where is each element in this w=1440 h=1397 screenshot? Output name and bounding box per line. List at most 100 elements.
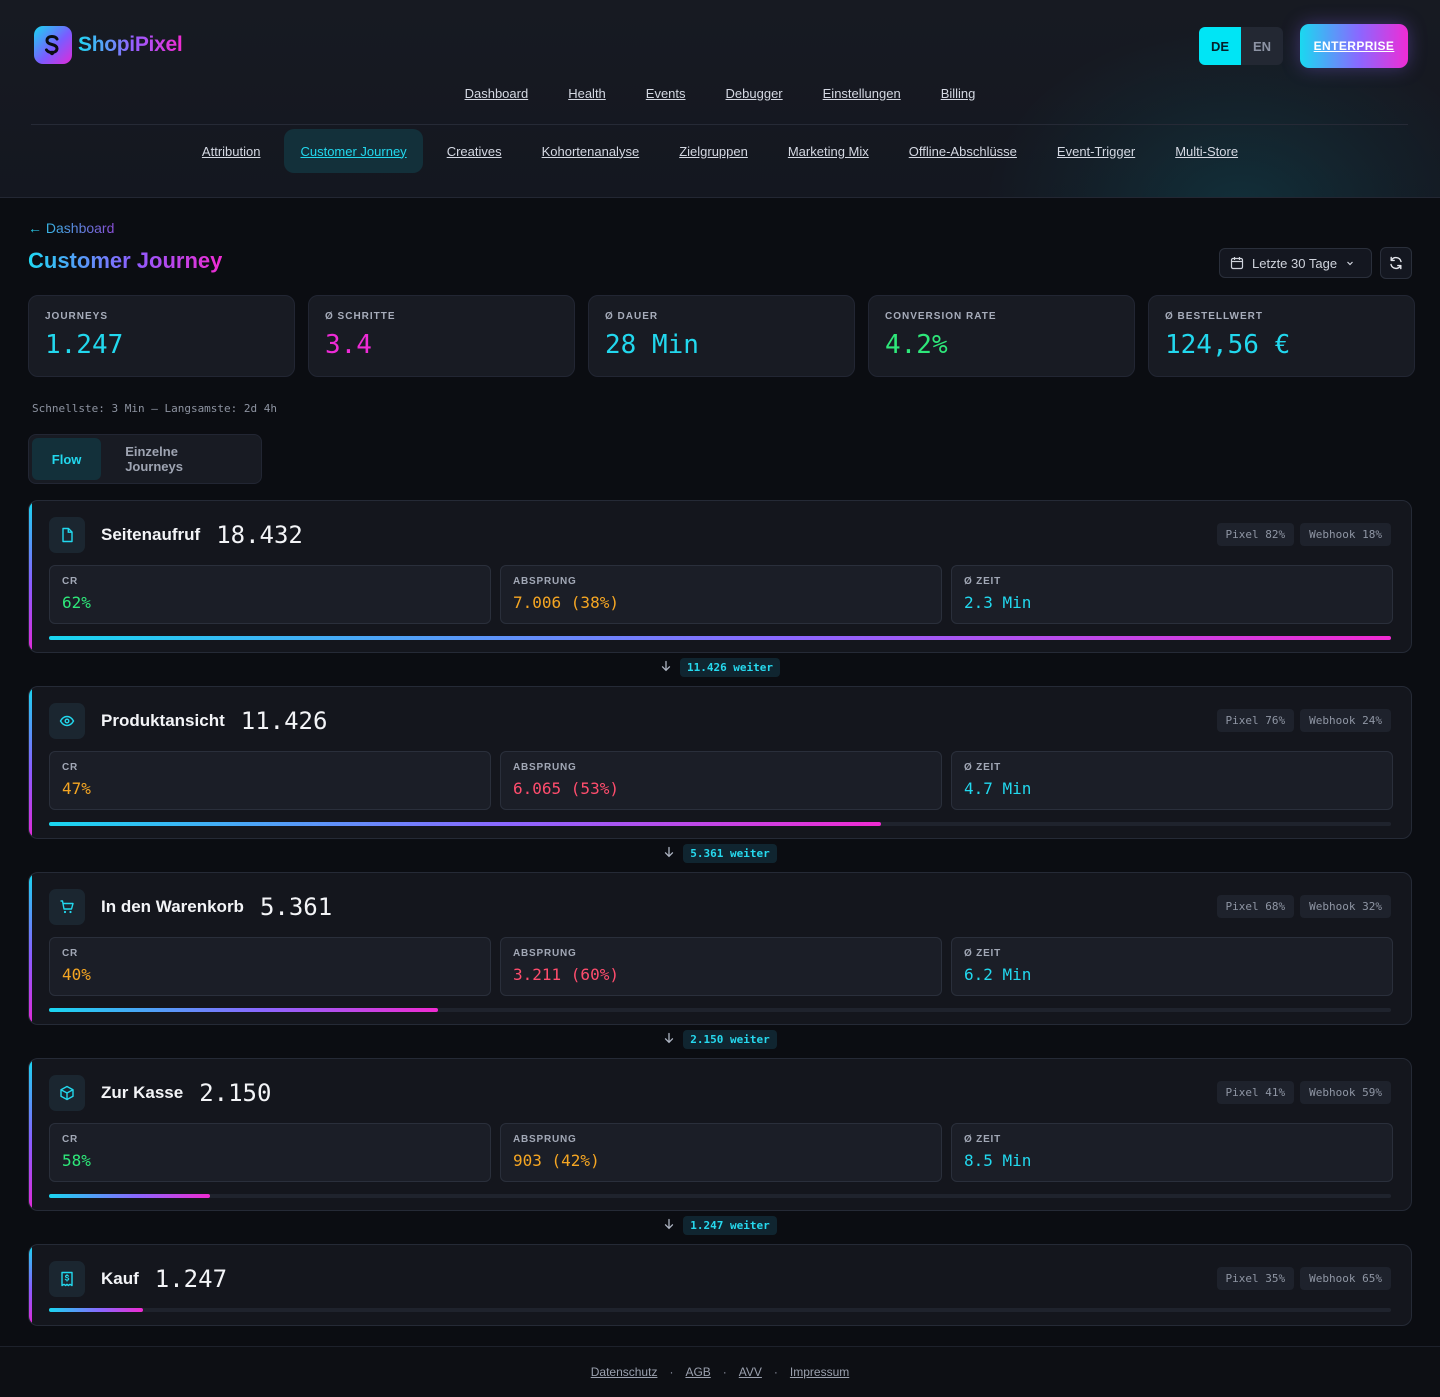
stage-progress-bar — [49, 822, 1391, 826]
kpi-label: CONVERSION RATE — [885, 311, 997, 322]
stage-metrics: CR 58% ABSPRUNG 903 (42%) Ø ZEIT 8.5 Min — [49, 1123, 1393, 1182]
stage-progress-fill — [49, 822, 881, 826]
language-switch: DE EN — [1199, 27, 1283, 65]
brand-logo[interactable]: ShopiPixel — [34, 26, 183, 64]
kpi-value: 1.247 — [45, 330, 124, 360]
kpi-value: 28 Min — [605, 330, 699, 360]
enterprise-button[interactable]: ENTERPRISE — [1300, 24, 1408, 68]
tab-single-journeys[interactable]: Einzelne Journeys — [105, 438, 258, 480]
calendar-icon — [1230, 257, 1244, 270]
metric-label: Ø ZEIT — [964, 576, 1002, 587]
date-range-select[interactable]: Letzte 30 Tage — [1219, 248, 1372, 278]
stage-progress-fill — [49, 1008, 438, 1012]
kpi-card: Ø SCHRITTE 3.4 — [308, 295, 575, 377]
metric-drop: ABSPRUNG 903 (42%) — [500, 1123, 942, 1182]
metric-label: ABSPRUNG — [513, 1134, 577, 1145]
stage-progress-bar — [49, 1194, 1391, 1198]
nav-billing[interactable]: Billing — [941, 86, 976, 101]
stage-header: Zur Kasse 2.150 — [49, 1075, 271, 1111]
logo-icon — [34, 26, 72, 64]
metric-time: Ø ZEIT 2.3 Min — [951, 565, 1393, 624]
box-icon — [49, 1075, 85, 1111]
arrow-down-icon — [663, 1031, 675, 1049]
metric-label: CR — [62, 948, 79, 959]
lang-de-button[interactable]: DE — [1199, 27, 1241, 65]
subnav-multi-store[interactable]: Multi-Store — [1155, 129, 1258, 173]
metric-value: 47% — [62, 779, 91, 798]
funnel-stage-in-den-warenkorb: In den Warenkorb 5.361 Pixel 68% Webhook 32… — [28, 872, 1412, 1025]
metric-time: Ø ZEIT 8.5 Min — [951, 1123, 1393, 1182]
metric-label: Ø ZEIT — [964, 1134, 1002, 1145]
metric-label: CR — [62, 1134, 79, 1145]
file-icon — [49, 517, 85, 553]
refresh-icon — [1390, 256, 1402, 270]
continue-count-pill: 1.247 weiter — [683, 1216, 777, 1235]
metric-label: CR — [62, 762, 79, 773]
subnav-marketing-mix[interactable]: Marketing Mix — [768, 129, 889, 173]
metric-time: Ø ZEIT 4.7 Min — [951, 751, 1393, 810]
chevron-down-icon — [1347, 261, 1353, 266]
stage-header: Kauf 1.247 — [49, 1261, 227, 1297]
source-badges: Pixel 68% Webhook 32% — [1216, 895, 1391, 918]
metric-value: 6.2 Min — [964, 965, 1032, 984]
metric-time: Ø ZEIT 6.2 Min — [951, 937, 1393, 996]
brand-name: ShopiPixel — [78, 33, 183, 56]
metric-cr: CR 40% — [49, 937, 491, 996]
subnav-offline-abschlüsse[interactable]: Offline-Abschlüsse — [889, 129, 1037, 173]
back-to-dashboard-link[interactable]: ← Dashboard — [28, 220, 114, 236]
stage-count: 5.361 — [259, 893, 333, 921]
stage-progress-bar — [49, 1308, 1391, 1312]
arrow-down-icon — [660, 659, 672, 677]
source-badges: Pixel 82% Webhook 18% — [1216, 523, 1391, 546]
metric-cr: CR 58% — [49, 1123, 491, 1182]
footer-link-datenschutz[interactable]: Datenschutz — [591, 1365, 658, 1379]
stage-connector: 11.426 weiter — [0, 658, 1440, 677]
nav-dashboard[interactable]: Dashboard — [465, 86, 529, 101]
metric-label: Ø ZEIT — [964, 762, 1002, 773]
kpi-label: Ø DAUER — [605, 311, 659, 322]
stage-progress-fill — [49, 1194, 210, 1198]
kpi-value: 124,56 € — [1165, 330, 1291, 360]
stage-connector: 1.247 weiter — [0, 1216, 1440, 1235]
refresh-button[interactable] — [1380, 247, 1412, 279]
nav-health[interactable]: Health — [568, 86, 606, 101]
stage-name: Seitenaufruf — [101, 525, 201, 544]
stage-connector: 2.150 weiter — [0, 1030, 1440, 1049]
kpi-label: Ø SCHRITTE — [325, 311, 396, 322]
footer-link-agb[interactable]: AGB — [685, 1365, 710, 1379]
subnav-event-trigger[interactable]: Event-Trigger — [1037, 129, 1155, 173]
nav-events[interactable]: Events — [646, 86, 686, 101]
metric-drop: ABSPRUNG 7.006 (38%) — [500, 565, 942, 624]
subnav-creatives[interactable]: Creatives — [427, 129, 522, 173]
stage-count: 1.247 — [154, 1265, 228, 1293]
stage-header: Produktansicht 11.426 — [49, 703, 327, 739]
pixel-share-badge: Pixel 35% — [1216, 1267, 1295, 1290]
metric-cr: CR 47% — [49, 751, 491, 810]
cart-icon — [49, 889, 85, 925]
kpi-card: JOURNEYS 1.247 — [28, 295, 295, 377]
metric-value: 6.065 (53%) — [513, 779, 619, 798]
subnav-attribution[interactable]: Attribution — [182, 129, 281, 173]
subnav-customer-journey[interactable]: Customer Journey — [284, 129, 423, 173]
tab-flow[interactable]: Flow — [32, 438, 102, 480]
metric-label: ABSPRUNG — [513, 948, 577, 959]
continue-count-pill: 2.150 weiter — [683, 1030, 777, 1049]
webhook-share-badge: Webhook 18% — [1300, 523, 1391, 546]
footer-link-avv[interactable]: AVV — [739, 1365, 762, 1379]
metric-value: 2.3 Min — [964, 593, 1032, 612]
lang-en-button[interactable]: EN — [1241, 27, 1283, 65]
nav-debugger[interactable]: Debugger — [726, 86, 783, 101]
stage-metrics: CR 40% ABSPRUNG 3.211 (60%) Ø ZEIT 6.2 Min — [49, 937, 1393, 996]
webhook-share-badge: Webhook 24% — [1300, 709, 1391, 732]
metric-drop: ABSPRUNG 3.211 (60%) — [500, 937, 942, 996]
arrow-down-icon — [663, 1217, 675, 1235]
metric-value: 903 (42%) — [513, 1151, 600, 1170]
kpi-card: CONVERSION RATE 4.2% — [868, 295, 1135, 377]
nav-einstellungen[interactable]: Einstellungen — [823, 86, 901, 101]
primary-nav: Dashboard Health Events Debugger Einstellung… — [0, 86, 1440, 101]
stage-header: In den Warenkorb 5.361 — [49, 889, 332, 925]
footer-link-impressum[interactable]: Impressum — [790, 1365, 849, 1379]
subnav-zielgruppen[interactable]: Zielgruppen — [659, 129, 768, 173]
subnav-kohortenanalyse[interactable]: Kohortenanalyse — [522, 129, 660, 173]
speed-note: Schnellste: 3 Min — Langsamste: 2d 4h — [32, 402, 278, 415]
